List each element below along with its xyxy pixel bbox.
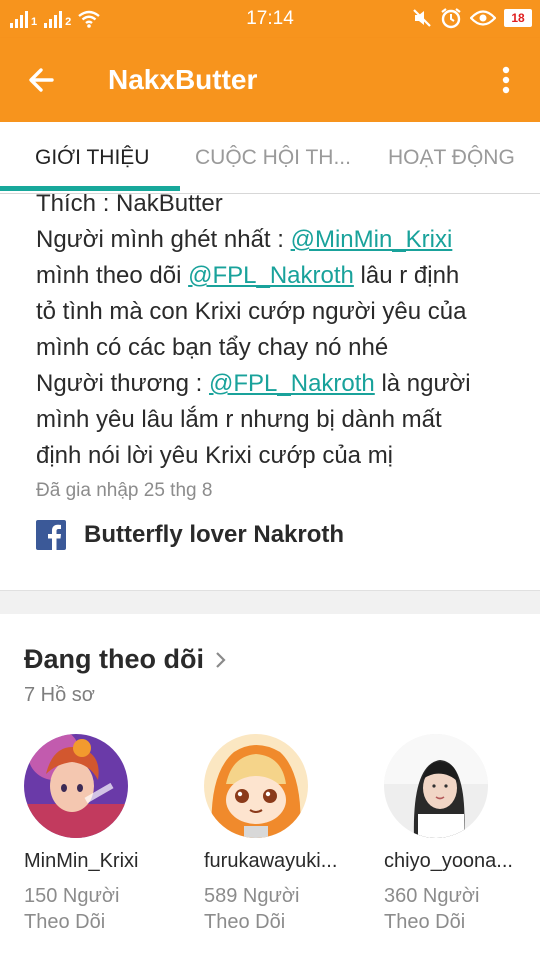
bio-line: mình theo dõi @FPL_Nakroth lâu r định: [36, 258, 516, 294]
tab-about[interactable]: GIỚI THIỆU: [35, 146, 149, 170]
joined-date: Đã gia nhập 25 thg 8: [36, 480, 213, 501]
bio-text-span: Người thương :: [36, 370, 210, 397]
bio-line: Người mình ghét nhất : @MinMin_Krixi: [36, 222, 516, 258]
battery-icon: 18: [504, 9, 532, 27]
followers-count: 150 Người: [24, 885, 120, 907]
mute-icon: [413, 9, 431, 27]
profile-card[interactable]: MinMin_Krixi 150 Người Theo Dõi: [24, 734, 184, 935]
tab-activity[interactable]: HOẠT ĐỘNG: [388, 146, 515, 170]
chevron-right-icon: [216, 651, 226, 668]
app-bar: NakxButter: [0, 38, 540, 122]
eye-icon: [470, 10, 496, 26]
following-title: Đang theo dõi: [24, 644, 204, 674]
facebook-name: Butterfly lover Nakroth: [84, 521, 345, 548]
bio-line: tỏ tình mà con Krixi cướp người yêu của: [36, 298, 467, 325]
bio-line: Người thương : @FPL_Nakroth là người: [36, 366, 516, 402]
bio-text-span: là người: [374, 370, 471, 397]
profile-followers: 150 Người Theo Dõi: [24, 883, 184, 935]
following-count: 7 Hồ sơ: [24, 684, 95, 706]
mention-link[interactable]: @MinMin_Krixi: [291, 226, 453, 253]
followers-label: Theo Dõi: [24, 911, 106, 933]
avatar[interactable]: [204, 734, 308, 838]
bio-line: mình có các bạn tẩy chay nó nhé: [36, 334, 389, 361]
section-divider: [0, 590, 540, 614]
bio-text-span: lâu r định: [353, 262, 460, 289]
bio-line: mình yêu lâu lắm r nhưng bị dành mất: [36, 406, 442, 433]
tab-bar: GIỚI THIỆU CUỘC HỘI TH... HOẠT ĐỘNG: [0, 122, 540, 194]
avatar[interactable]: [24, 734, 128, 838]
status-icons: 18: [412, 7, 532, 29]
followers-label: Theo Dõi: [204, 911, 286, 933]
battery-level: 18: [511, 11, 525, 25]
followers-count: 360 Người: [384, 885, 480, 907]
facebook-link[interactable]: Butterfly lover Nakroth: [36, 518, 344, 552]
arrow-left-icon: [29, 68, 54, 92]
bio-text-span: Người mình ghét nhất :: [36, 226, 291, 253]
tab-indicator: [0, 186, 180, 191]
page-title: NakxButter: [108, 64, 258, 95]
tab-conversations[interactable]: CUỘC HỘI TH...: [195, 146, 351, 170]
followers-count: 589 Người: [204, 885, 300, 907]
profile-name: furukawayuki...: [204, 850, 338, 872]
alarm-icon: [441, 8, 461, 29]
bio-line: định nói lời yêu Krixi cướp của mị: [36, 442, 394, 469]
more-vertical-icon: [502, 66, 510, 94]
following-header[interactable]: Đang theo dõi: [24, 644, 228, 675]
status-bar: 1 2 17:14 18: [0, 0, 540, 38]
mention-link[interactable]: @FPL_Nakroth: [188, 262, 354, 289]
back-button[interactable]: [22, 62, 62, 98]
facebook-icon: [36, 520, 66, 550]
followers-label: Theo Dõi: [384, 911, 466, 933]
bio-text-span: mình theo dõi: [36, 262, 189, 289]
profile-name: MinMin_Krixi: [24, 850, 139, 872]
mention-link[interactable]: @FPL_Nakroth: [209, 370, 375, 397]
profile-card[interactable]: chiyo_yoona... 360 Người Theo Dõi: [384, 734, 540, 935]
profile-card[interactable]: furukawayuki... 589 Người Theo Dõi: [204, 734, 364, 935]
profile-followers: 589 Người Theo Dõi: [204, 883, 364, 935]
more-options-button[interactable]: [492, 62, 520, 98]
avatar[interactable]: [384, 734, 488, 838]
bio-text: Thích : NakButter Người mình ghét nhất :…: [36, 186, 516, 474]
profile-followers: 360 Người Theo Dõi: [384, 883, 540, 935]
profile-name: chiyo_yoona...: [384, 850, 513, 872]
